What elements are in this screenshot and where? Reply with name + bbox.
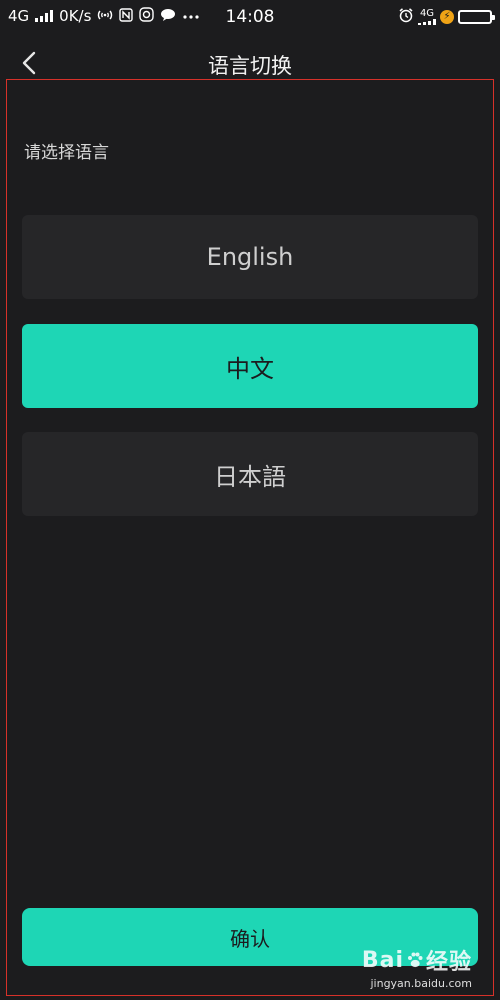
paw-icon <box>407 952 423 968</box>
language-option-label: 日本語 <box>214 462 286 491</box>
watermark-logo-left: Bai <box>361 947 404 973</box>
language-option-label: 中文 <box>226 354 274 383</box>
confirm-label: 确认 <box>230 926 270 951</box>
language-option-chinese[interactable]: 中文 <box>22 324 478 408</box>
charging-icon: ⚡ <box>440 9 454 24</box>
right-network-type: 4G <box>419 7 435 19</box>
language-option-english[interactable]: English <box>22 215 478 299</box>
watermark-logo: Bai 经验 <box>362 944 472 976</box>
battery-icon <box>458 9 495 24</box>
status-right: 4G ⚡ <box>398 7 495 26</box>
baidu-jingyan-watermark: Bai 经验 jingyan.baidu.com <box>362 944 472 991</box>
watermark-logo-right: 经验 <box>425 950 472 975</box>
watermark-url: jingyan.baidu.com <box>370 977 472 990</box>
language-option-japanese[interactable]: 日本語 <box>22 432 478 516</box>
header: 语言切换 <box>0 40 500 84</box>
language-prompt: 请选择语言 <box>24 143 109 163</box>
right-signal-icon <box>418 18 436 25</box>
mobile-network-indicator: 4G <box>418 7 436 25</box>
page-title: 语言切换 <box>208 54 292 78</box>
alarm-icon <box>398 7 414 26</box>
language-option-label: English <box>206 243 294 271</box>
status-bar: 4G 0K/s 14:08 4G ⚡ <box>0 0 500 34</box>
